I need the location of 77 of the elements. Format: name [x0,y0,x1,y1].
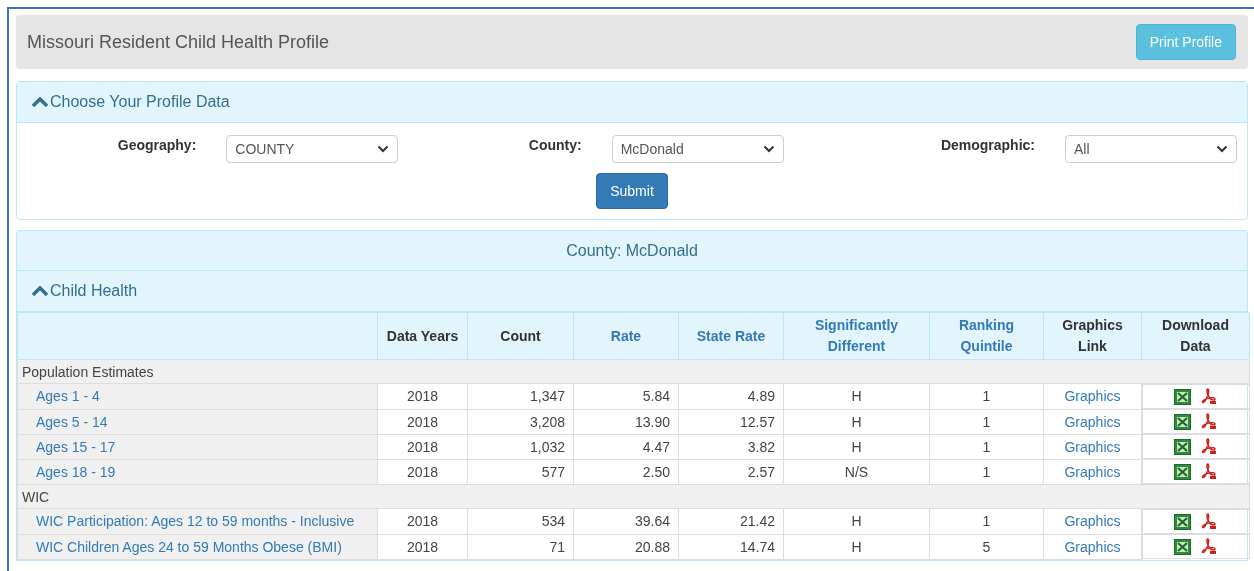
table-cell: 2018 [377,383,468,409]
filter-label: Geography: [117,136,197,153]
spreadsheet-icon[interactable] [1174,388,1192,405]
chevron-icon[interactable] [32,97,48,107]
panel-header[interactable]: Choose Your Profile Data [17,82,1247,123]
caret-icon [377,145,390,153]
submit-button[interactable]: Submit [596,173,668,209]
column-header: Graphics Link [1061,316,1124,356]
group-row: WIC [17,484,1250,509]
table-cell: 1,347 [467,383,574,409]
section-header[interactable]: Child Health [17,271,1247,312]
group-row: Population Estimates [17,359,1250,384]
table-cell: 39.64 [573,508,679,534]
table-cell: 3,208 [467,409,574,434]
table-cell: 1 [929,434,1044,459]
pdf-icon[interactable] [1201,538,1218,555]
table-cell: 2018 [377,409,468,434]
table-cell: 2.57 [678,459,784,485]
dropdown[interactable]: McDonald [611,135,784,163]
chevron-icon[interactable] [32,286,48,296]
dropdown[interactable]: All [1065,135,1237,163]
table-cell: H [783,508,930,534]
table-cell: 2.50 [573,459,679,485]
county-heading: County: McDonald [566,241,698,260]
table-cell: H [783,434,930,459]
table-cell: 20.88 [573,534,679,559]
table-cell: 577 [467,459,574,485]
table-cell: 534 [467,508,574,534]
table-cell: 1 [929,383,1044,409]
column-header: Count [500,326,541,346]
spreadsheet-icon[interactable] [1174,413,1192,430]
sort-link[interactable]: Rate [610,325,642,347]
spreadsheet-icon[interactable] [1174,513,1192,530]
table-cell: N/S [783,459,930,485]
pdf-icon[interactable] [1201,413,1218,430]
spreadsheet-icon[interactable] [1174,538,1192,555]
table-cell: 1 [929,409,1044,434]
table-cell: 2018 [377,459,468,485]
pdf-icon[interactable] [1201,438,1218,455]
indicator-link[interactable]: Ages 5 - 14 [36,413,108,430]
pdf-icon[interactable] [1201,513,1218,530]
table-cell: 4.89 [678,383,784,409]
table-cell: 13.90 [573,409,679,434]
table-cell: 5.84 [573,383,679,409]
pdf-icon[interactable] [1201,388,1218,405]
panel-title: Choose Your Profile Data [50,93,230,111]
spreadsheet-icon[interactable] [1174,438,1192,455]
table-cell: 14.74 [678,534,784,559]
table-cell: 21.42 [678,508,784,534]
table-cell: 2018 [377,534,468,559]
indicator-link[interactable]: Ages 1 - 4 [36,388,100,405]
pdf-icon[interactable] [1201,463,1218,480]
column-header: Download Data [1161,316,1230,356]
spreadsheet-icon[interactable] [1174,463,1192,480]
table-cell: 1 [929,508,1044,534]
section-title: Child Health [50,282,138,300]
page-title: Missouri Resident Child Health Profile [27,31,330,53]
table-cell: 4.47 [573,434,679,459]
caret-icon [1216,145,1228,153]
indicator-link[interactable]: Ages 15 - 17 [36,438,116,455]
table-cell: 12.57 [678,409,784,434]
table-cell: 71 [467,534,574,559]
table-cell: 2018 [377,434,468,459]
table-cell: 1 [929,459,1044,485]
table-cell: 2018 [377,508,468,534]
caret-icon [762,145,775,153]
table-cell: 1,032 [467,434,574,459]
filter-label: County: [528,136,582,153]
table-cell: H [783,409,930,434]
table-cell: H [783,534,930,559]
dropdown[interactable]: COUNTY [226,135,399,163]
table-cell: 5 [929,534,1044,559]
table-cell: H [783,383,930,409]
filter-label: Demographic: [940,136,1035,153]
column-header: Data Years [386,326,459,346]
indicator-link[interactable]: Ages 18 - 19 [36,463,116,480]
table-cell: 3.82 [678,434,784,459]
